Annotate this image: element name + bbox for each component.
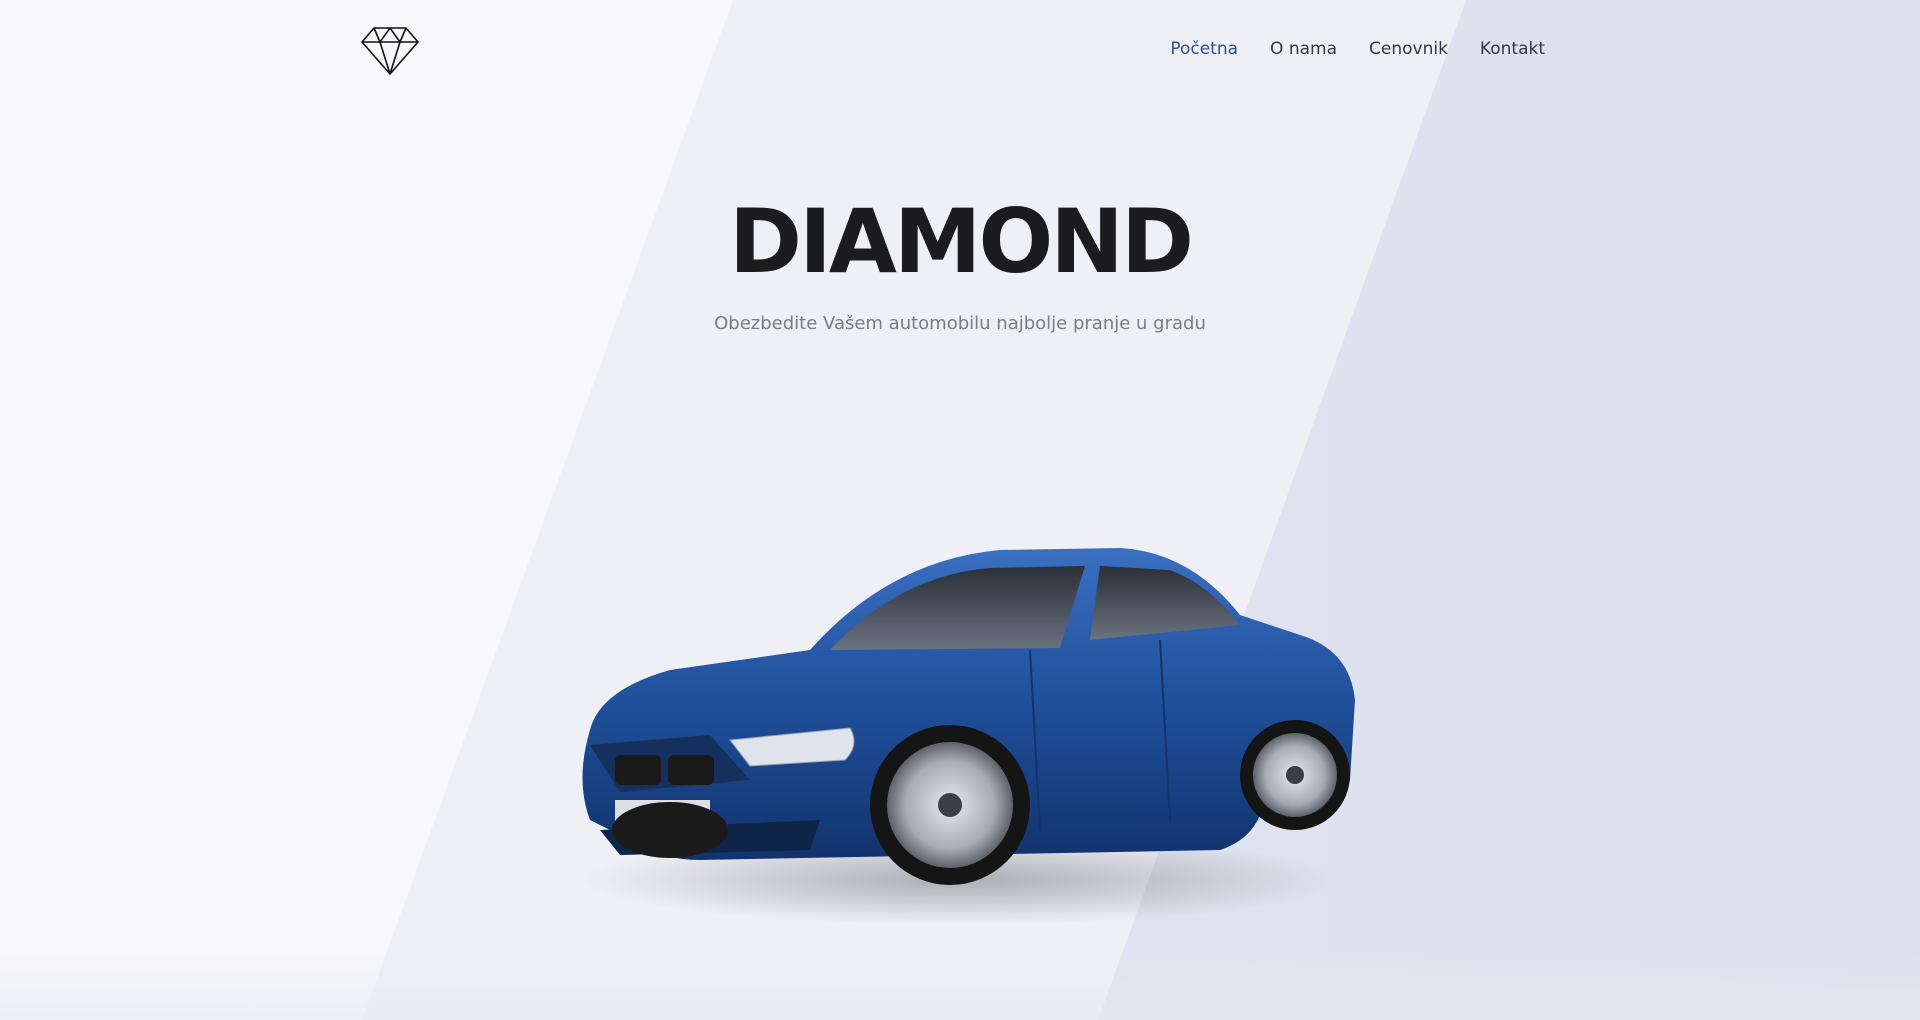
logo-link[interactable] <box>360 26 420 76</box>
main-nav: Početna O nama Cenovnik Kontakt <box>1170 39 1545 59</box>
nav-item-cenovnik[interactable]: Cenovnik <box>1369 39 1448 59</box>
hero-subtitle: Obezbedite Vašem automobilu najbolje pra… <box>714 313 1206 334</box>
hero-car-image <box>580 548 1355 925</box>
site-header: Početna O nama Cenovnik Kontakt <box>0 0 1920 100</box>
diamond-icon <box>361 27 419 75</box>
nav-item-o-nama[interactable]: O nama <box>1270 39 1337 59</box>
nav-item-pocetna[interactable]: Početna <box>1170 39 1238 59</box>
background-bottom-fade <box>0 950 1920 1020</box>
landing-page: Početna O nama Cenovnik Kontakt DIAMOND … <box>0 0 1920 1020</box>
hero-title: DIAMOND <box>729 190 1194 293</box>
nav-item-kontakt[interactable]: Kontakt <box>1480 39 1545 59</box>
